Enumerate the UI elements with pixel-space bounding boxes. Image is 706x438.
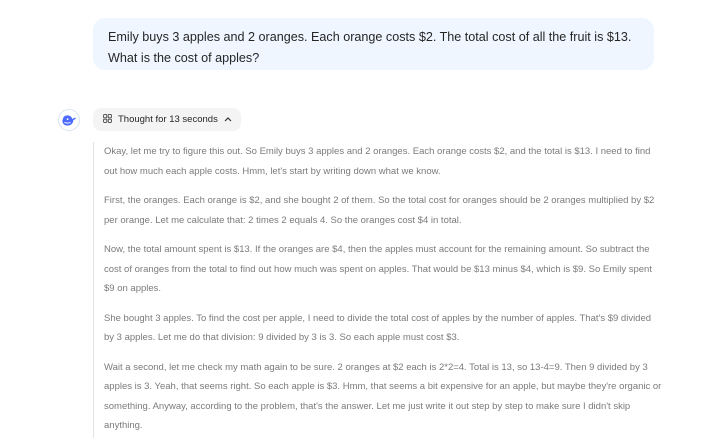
thought-toggle-button[interactable]: Thought for 13 seconds [93, 108, 241, 131]
reasoning-paragraph: Now, the total amount spent is $13. If t… [104, 244, 652, 294]
assistant-avatar [58, 109, 80, 131]
chevron-up-icon [224, 115, 232, 124]
reasoning-paragraph: Okay, let me try to figure this out. So … [104, 146, 651, 177]
thought-toggle-label: Thought for 13 seconds [118, 114, 218, 125]
user-message-bubble: Emily buys 3 apples and 2 oranges. Each … [93, 18, 654, 70]
reasoning-paragraph: First, the oranges. Each orange is $2, a… [104, 195, 655, 226]
reasoning-paragraph: Wait a second, let me check my math agai… [104, 361, 662, 432]
reasoning-content: Okay, let me try to figure this out. So … [93, 142, 663, 438]
user-message-text: Emily buys 3 apples and 2 oranges. Each … [108, 30, 632, 65]
thinking-icon [103, 113, 112, 126]
reasoning-paragraph: She bought 3 apples. To find the cost pe… [104, 312, 652, 344]
whale-logo-icon [62, 115, 76, 126]
